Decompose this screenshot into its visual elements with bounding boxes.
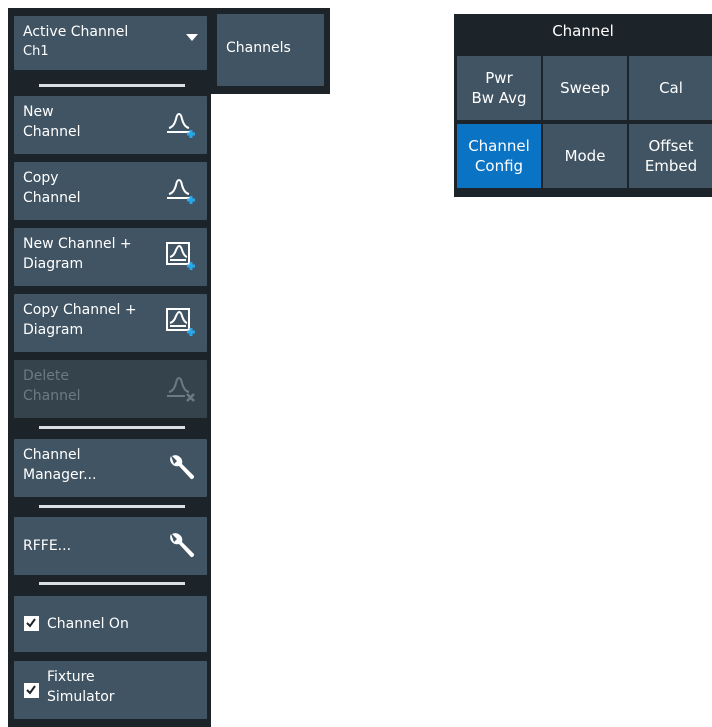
copy-channel-diagram-icon bbox=[166, 308, 195, 336]
menu-cell-offset-embed[interactable]: Offset Embed bbox=[629, 124, 712, 188]
channel-menu: Channel Pwr Bw Avg Sweep Cal Channel Con… bbox=[454, 14, 712, 197]
channel-on-label: Channel On bbox=[47, 616, 129, 632]
checkmark-icon bbox=[26, 685, 36, 695]
wrench-icon bbox=[170, 533, 195, 558]
channel-manager-button[interactable]: Channel Manager... bbox=[14, 439, 207, 497]
separator bbox=[39, 84, 185, 87]
fixture-simulator-checkbox[interactable] bbox=[24, 683, 39, 698]
menu-cell-sweep[interactable]: Sweep bbox=[543, 56, 627, 120]
channel-on-checkbox[interactable] bbox=[24, 616, 39, 631]
new-channel-diagram-icon bbox=[166, 242, 195, 270]
delete-channel-icon bbox=[167, 376, 195, 402]
separator bbox=[39, 505, 185, 508]
active-channel-value: Ch1 bbox=[23, 44, 49, 59]
wrench-icon bbox=[170, 455, 195, 480]
menu-cell-cal[interactable]: Cal bbox=[629, 56, 712, 120]
active-channel-dropdown[interactable]: Active Channel Ch1 bbox=[14, 16, 207, 70]
fixture-simulator-checkbox-button[interactable]: Fixture Simulator bbox=[14, 661, 207, 719]
fixture-simulator-label-2: Simulator bbox=[47, 689, 115, 705]
new-channel-diagram-button[interactable]: New Channel + Diagram bbox=[14, 228, 207, 286]
fixture-simulator-label-1: Fixture bbox=[47, 669, 95, 685]
checkmark-icon bbox=[26, 618, 36, 628]
copy-channel-icon bbox=[167, 178, 195, 204]
menu-cell-channel-config[interactable]: Channel Config bbox=[457, 124, 541, 188]
channels-tab[interactable]: Channels bbox=[217, 14, 324, 86]
menu-cell-pwr-bw-avg[interactable]: Pwr Bw Avg bbox=[457, 56, 541, 120]
new-channel-button[interactable]: New Channel bbox=[14, 96, 207, 154]
channels-tab-label: Channels bbox=[226, 40, 291, 56]
channel-on-checkbox-button[interactable]: Channel On bbox=[14, 596, 207, 652]
copy-channel-button[interactable]: Copy Channel bbox=[14, 162, 207, 220]
channels-tab-frame: Channels bbox=[211, 8, 330, 94]
chevron-down-icon bbox=[186, 34, 198, 41]
active-channel-label: Active Channel bbox=[23, 24, 129, 40]
delete-channel-button[interactable]: Delete Channel bbox=[14, 360, 207, 418]
channel-softkey-panel: Active Channel Ch1 New Channel Copy Chan… bbox=[8, 8, 211, 727]
new-channel-icon bbox=[167, 112, 195, 138]
separator bbox=[39, 582, 185, 585]
copy-channel-diagram-button[interactable]: Copy Channel + Diagram bbox=[14, 294, 207, 352]
rffe-button[interactable]: RFFE... bbox=[14, 517, 207, 575]
menu-cell-mode[interactable]: Mode bbox=[543, 124, 627, 188]
channel-menu-title: Channel bbox=[552, 22, 614, 40]
separator bbox=[39, 426, 185, 429]
